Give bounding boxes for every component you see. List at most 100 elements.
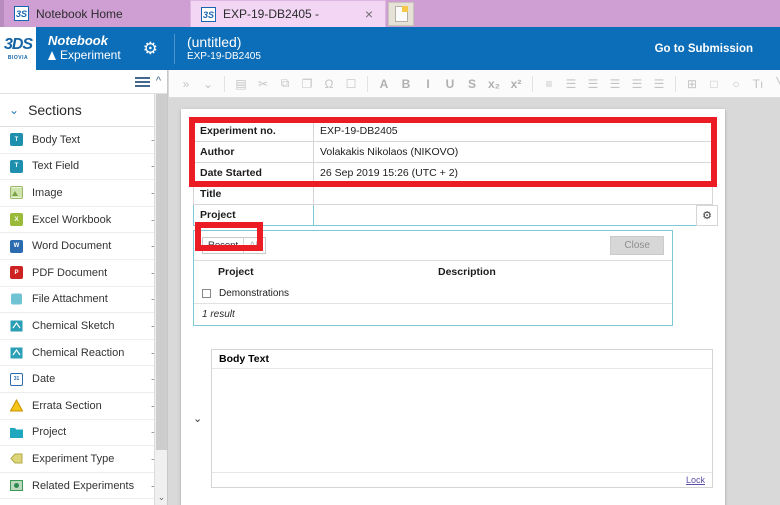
field-value: 26 Sep 2019 15:26 (UTC + 2): [313, 162, 713, 184]
bold-icon[interactable]: B: [395, 73, 417, 95]
sidebar-item-project[interactable]: Project+: [0, 420, 167, 447]
text-tool-icon[interactable]: Tı: [747, 73, 769, 95]
browser-tab-strip: 3S Notebook Home 3S EXP-19-DB2405 - ×: [0, 0, 780, 27]
new-tab-button[interactable]: [388, 2, 414, 26]
subscript-icon[interactable]: x₂: [483, 73, 505, 95]
line-icon[interactable]: ╲: [769, 73, 780, 95]
sidebar-item-chemical-reaction[interactable]: Chemical Reaction+: [0, 340, 167, 367]
align-left-icon[interactable]: ☰: [582, 73, 604, 95]
list-item[interactable]: Demonstrations: [194, 283, 672, 304]
numbered-list-icon[interactable]: ☰: [560, 73, 582, 95]
browser-tab-notebook-home[interactable]: 3S Notebook Home: [4, 0, 190, 27]
sidebar-item-date[interactable]: 31Date+: [0, 366, 167, 393]
sidebar-item-label: Date: [32, 373, 56, 386]
project-settings-gear-icon[interactable]: ⚙: [696, 205, 718, 226]
table-row[interactable]: Title: [193, 183, 713, 205]
sidebar-item-label: Chemical Sketch: [32, 319, 115, 332]
justify-icon[interactable]: ☰: [648, 73, 670, 95]
close-icon[interactable]: ×: [363, 7, 375, 21]
related-experiments-icon: [10, 479, 23, 492]
sidebar-item-body-text[interactable]: TBody Text+: [0, 127, 167, 154]
project-input[interactable]: [313, 204, 713, 226]
expand-right-icon[interactable]: »: [175, 73, 197, 95]
symbol-icon[interactable]: Ω: [318, 73, 340, 95]
row-checkbox[interactable]: [202, 288, 211, 298]
table-row[interactable]: Project: [193, 204, 713, 226]
sidebar-item-related-experiments[interactable]: Related Experiments+: [0, 473, 167, 500]
bullet-list-icon[interactable]: ≡: [538, 73, 560, 95]
new-page-icon: [394, 6, 408, 22]
lock-link[interactable]: Lock: [686, 475, 705, 485]
italic-icon[interactable]: I: [417, 73, 439, 95]
rectangle-icon[interactable]: □: [703, 73, 725, 95]
calendar-icon[interactable]: ☐: [340, 73, 362, 95]
folder-icon: [10, 426, 23, 439]
font-color-icon[interactable]: A: [373, 73, 395, 95]
excel-icon: X: [10, 213, 23, 227]
browser-tab-label: EXP-19-DB2405 -: [223, 7, 320, 21]
experiment-page: Experiment no. EXP-19-DB2405 Author Vola…: [181, 109, 725, 505]
tab-recent[interactable]: Recent: [203, 238, 244, 253]
header-divider: [173, 33, 175, 64]
chevron-down-icon[interactable]: ⌄: [9, 103, 19, 117]
sidebar-item-errata-section[interactable]: Errata Section+: [0, 393, 167, 420]
copy-icon[interactable]: ⧉: [274, 73, 296, 95]
title-input[interactable]: [313, 183, 713, 205]
body-text-header-row: ⌄ Body Text Lock: [193, 349, 713, 488]
scroll-down-arrow-icon[interactable]: ⌄: [155, 490, 167, 505]
sidebar-item-word-document[interactable]: WWord Document+: [0, 233, 167, 260]
save-icon[interactable]: ▤: [230, 73, 252, 95]
go-to-submission-button[interactable]: Go to Submission: [644, 37, 764, 61]
svg-text:3S: 3S: [203, 10, 214, 20]
sidebar-item-pdf-document[interactable]: PPDF Document+: [0, 260, 167, 287]
paste-icon[interactable]: ❐: [296, 73, 318, 95]
sidebar-item-label: Image: [32, 186, 63, 199]
strikethrough-icon[interactable]: S: [461, 73, 483, 95]
field-label: Experiment no.: [193, 120, 314, 142]
align-right-icon[interactable]: ☰: [626, 73, 648, 95]
sidebar-item-label: Text Field: [32, 160, 80, 173]
sidebar-item-excel-workbook[interactable]: XExcel Workbook+: [0, 207, 167, 234]
browser-tab-label: Notebook Home: [36, 6, 123, 21]
sidebar-scrollbar-thumb[interactable]: [156, 94, 167, 450]
chem-reaction-icon: [10, 346, 23, 359]
sidebar-item-experiment-type[interactable]: Experiment Type+: [0, 446, 167, 473]
project-picker-tabs: Recent All: [202, 237, 266, 254]
ellipse-icon[interactable]: ○: [725, 73, 747, 95]
underline-icon[interactable]: U: [439, 73, 461, 95]
sections-sidebar: ^ ⌄ Sections TBody Text+TText Field+Imag…: [0, 70, 168, 505]
table-row: Experiment no. EXP-19-DB2405: [193, 120, 713, 142]
cut-icon[interactable]: ✂: [252, 73, 274, 95]
tag-icon: [10, 452, 23, 465]
sections-header[interactable]: ⌄ Sections: [0, 94, 167, 127]
experiment-number: EXP-19-DB2405: [186, 50, 261, 62]
body-text-editor[interactable]: [212, 369, 712, 472]
close-button[interactable]: Close: [610, 236, 664, 255]
gear-icon[interactable]: ⚙: [143, 40, 158, 57]
superscript-icon[interactable]: x²: [505, 73, 527, 95]
table-icon[interactable]: ⊞: [681, 73, 703, 95]
sidebar-item-text-field[interactable]: TText Field+: [0, 154, 167, 181]
expand-down-icon[interactable]: ⌄: [197, 73, 219, 95]
tab-all[interactable]: All: [243, 238, 265, 253]
body-text-section: ⌄ Body Text Lock: [193, 349, 713, 488]
sidebar-item-image[interactable]: Image+: [0, 180, 167, 207]
align-center-icon[interactable]: ☰: [604, 73, 626, 95]
chevron-down-icon[interactable]: ⌄: [193, 412, 203, 425]
field-value: Volakakis Nikolaos (NIKOVO): [313, 141, 713, 163]
sidebar-item-label: Word Document: [32, 240, 112, 253]
word-icon: W: [10, 239, 23, 253]
sidebar-scrollbar[interactable]: ⌄: [154, 94, 167, 505]
product-name-line1: Notebook: [48, 33, 108, 49]
table-row: Author Volakakis Nikolaos (NIKOVO): [193, 141, 713, 163]
sidebar-item-chemical-sketch[interactable]: Chemical Sketch+: [0, 313, 167, 340]
text-icon: T: [10, 133, 23, 147]
chevron-up-icon[interactable]: ^: [156, 76, 161, 87]
sidebar-item-label: Related Experiments: [32, 479, 135, 492]
browser-tab-experiment[interactable]: 3S EXP-19-DB2405 - ×: [190, 0, 386, 27]
svg-text:3S: 3S: [16, 9, 27, 19]
sidebar-item-file-attachment[interactable]: File Attachment+: [0, 287, 167, 314]
field-value: EXP-19-DB2405: [313, 120, 713, 142]
menu-icon[interactable]: [134, 76, 150, 87]
result-count: 1 result: [202, 309, 235, 320]
